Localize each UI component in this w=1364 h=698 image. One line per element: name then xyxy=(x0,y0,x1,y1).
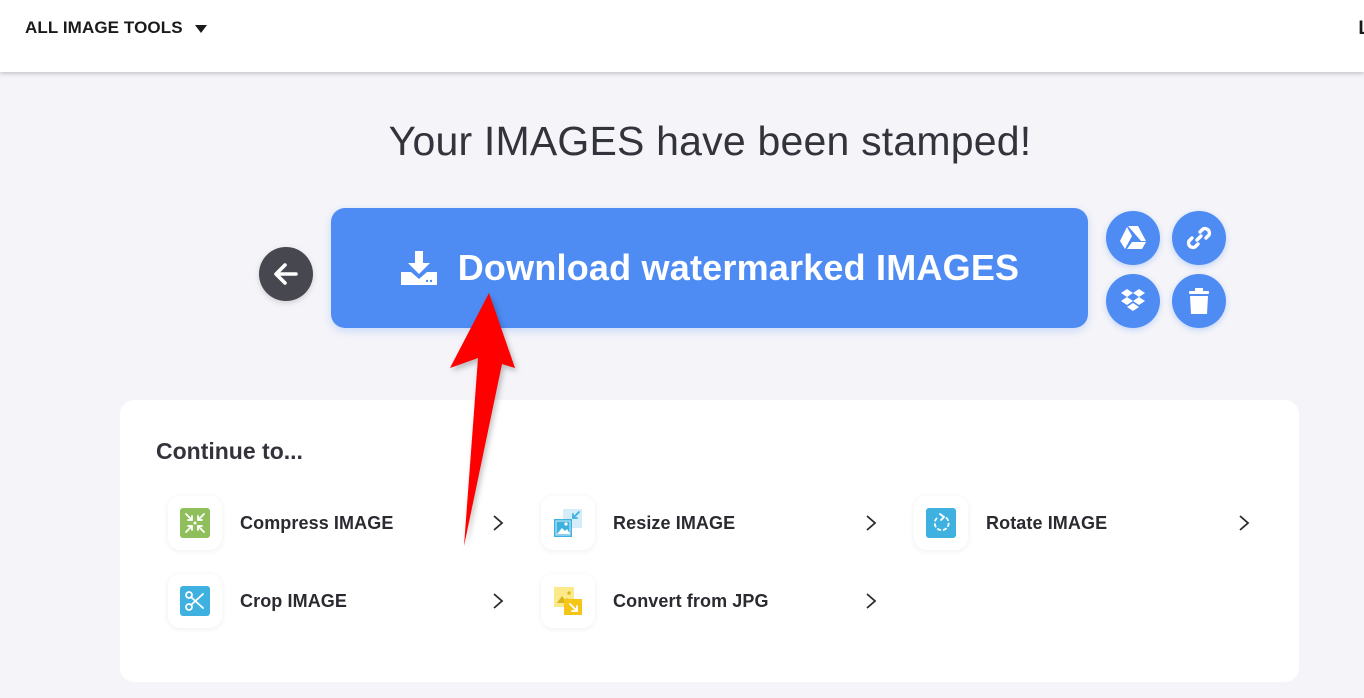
dropbox-icon xyxy=(1121,289,1145,311)
continue-item-label: Crop IMAGE xyxy=(240,590,347,611)
topbar-right-link[interactable]: L xyxy=(1358,18,1364,40)
continue-item-resize[interactable]: Resize IMAGE xyxy=(541,495,881,551)
continue-to-card: Continue to... Compress IMAGE Resize IMA… xyxy=(120,400,1299,682)
back-button[interactable] xyxy=(259,247,313,301)
dropbox-button[interactable] xyxy=(1106,274,1160,328)
rotate-icon xyxy=(926,508,956,538)
all-image-tools-menu[interactable]: ALL IMAGE TOOLS xyxy=(25,18,207,38)
delete-button[interactable] xyxy=(1172,274,1226,328)
rotate-icon-tile xyxy=(914,496,968,550)
trash-icon xyxy=(1189,288,1209,314)
continue-item-label: Convert from JPG xyxy=(613,590,769,611)
convert-icon xyxy=(554,587,582,615)
google-drive-icon xyxy=(1120,226,1146,249)
continue-item-label: Resize IMAGE xyxy=(613,512,736,533)
chevron-right-icon xyxy=(861,592,881,610)
continue-item-compress[interactable]: Compress IMAGE xyxy=(168,495,508,551)
continue-to-title: Continue to... xyxy=(156,438,303,464)
all-image-tools-label: ALL IMAGE TOOLS xyxy=(25,18,183,37)
resize-icon-tile xyxy=(541,496,595,550)
page-title: Your IMAGES have been stamped! xyxy=(388,118,1032,164)
download-icon xyxy=(400,250,438,286)
continue-item-convert-from-jpg[interactable]: Convert from JPG xyxy=(541,573,881,629)
resize-icon xyxy=(554,509,582,537)
compress-icon-tile xyxy=(168,496,222,550)
convert-icon-tile xyxy=(541,574,595,628)
download-button[interactable]: Download watermarked IMAGES xyxy=(331,208,1088,328)
continue-item-rotate[interactable]: Rotate IMAGE xyxy=(914,495,1254,551)
compress-icon xyxy=(180,508,210,538)
continue-item-label: Rotate IMAGE xyxy=(986,512,1108,533)
arrow-left-icon xyxy=(274,263,298,285)
chevron-right-icon xyxy=(1234,514,1254,532)
copy-link-button[interactable] xyxy=(1172,211,1226,265)
chevron-right-icon xyxy=(488,592,508,610)
crop-icon-tile xyxy=(168,574,222,628)
top-navigation-bar: ALL IMAGE TOOLS L xyxy=(0,0,1364,72)
google-drive-button[interactable] xyxy=(1106,211,1160,265)
chevron-right-icon xyxy=(861,514,881,532)
link-icon xyxy=(1186,226,1212,250)
crop-icon xyxy=(180,586,210,616)
chevron-right-icon xyxy=(488,514,508,532)
caret-down-icon xyxy=(194,24,207,33)
continue-item-label: Compress IMAGE xyxy=(240,512,394,533)
continue-item-crop[interactable]: Crop IMAGE xyxy=(168,573,508,629)
download-button-label: Download watermarked IMAGES xyxy=(457,247,1020,288)
